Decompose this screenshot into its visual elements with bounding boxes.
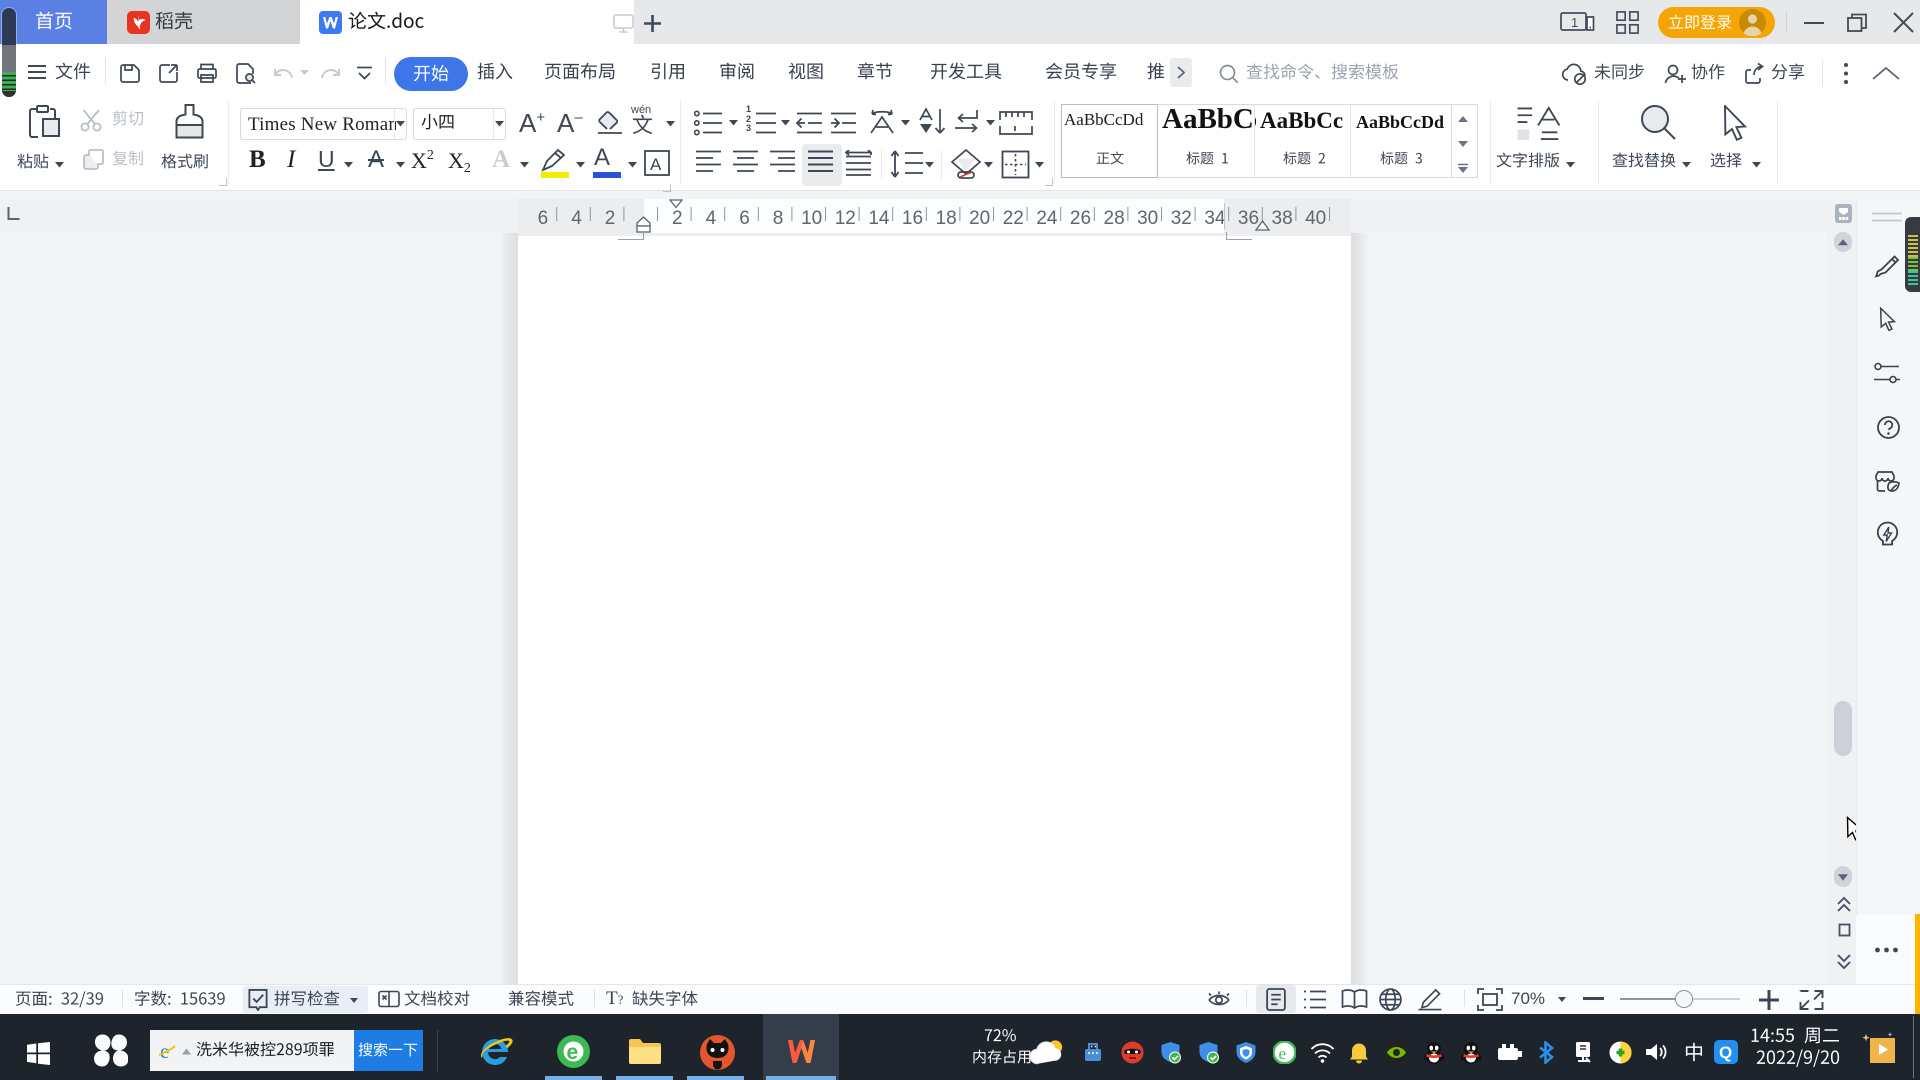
svg-text:Q: Q — [1719, 1043, 1732, 1062]
svg-text:e: e — [567, 1041, 579, 1064]
svg-text:e: e — [1278, 1044, 1286, 1063]
svg-text:1: 1 — [1571, 15, 1578, 30]
